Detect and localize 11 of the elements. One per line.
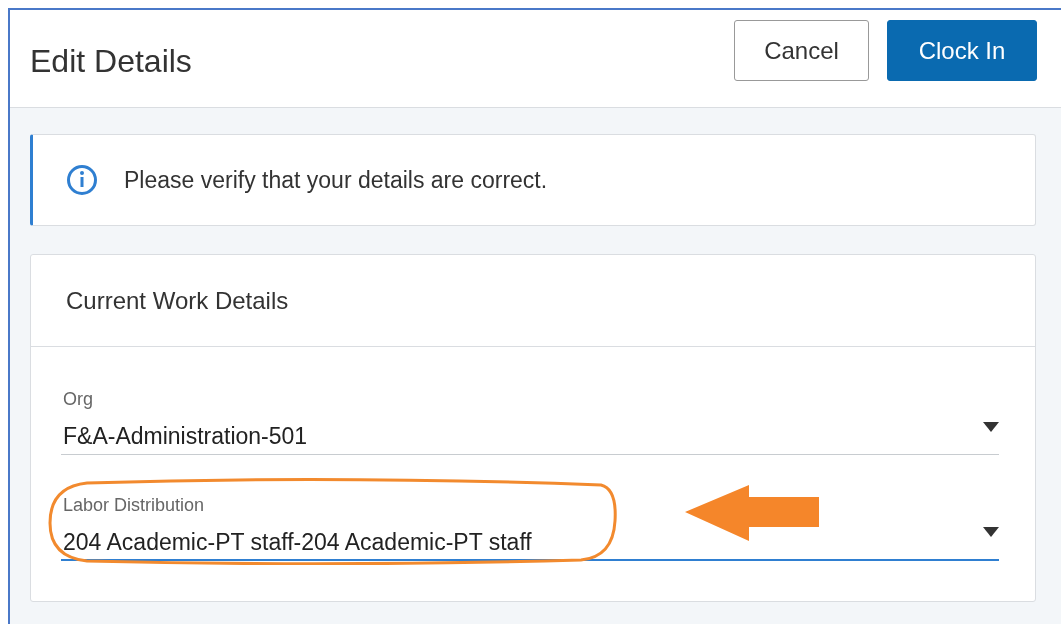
dropdown-field[interactable]: Labor Distribution 204 Academic-PT staff-204 Academic-PT staff — [61, 483, 999, 561]
caret-icon — [983, 421, 999, 432]
dropdown-field[interactable]: Org F&A-Administration-501 — [61, 377, 999, 455]
cancel-button[interactable]: Cancel — [734, 20, 869, 81]
section-title: Current Work Details — [66, 286, 289, 315]
caret-icon — [983, 527, 999, 537]
info-icon — [66, 164, 98, 196]
clock-in-button[interactable]: Clock In — [887, 20, 1037, 81]
arrow-icon — [685, 485, 821, 541]
notice-text: Please verify that your details are correct. — [124, 166, 548, 194]
dialog-title: Edit Details — [30, 43, 193, 80]
